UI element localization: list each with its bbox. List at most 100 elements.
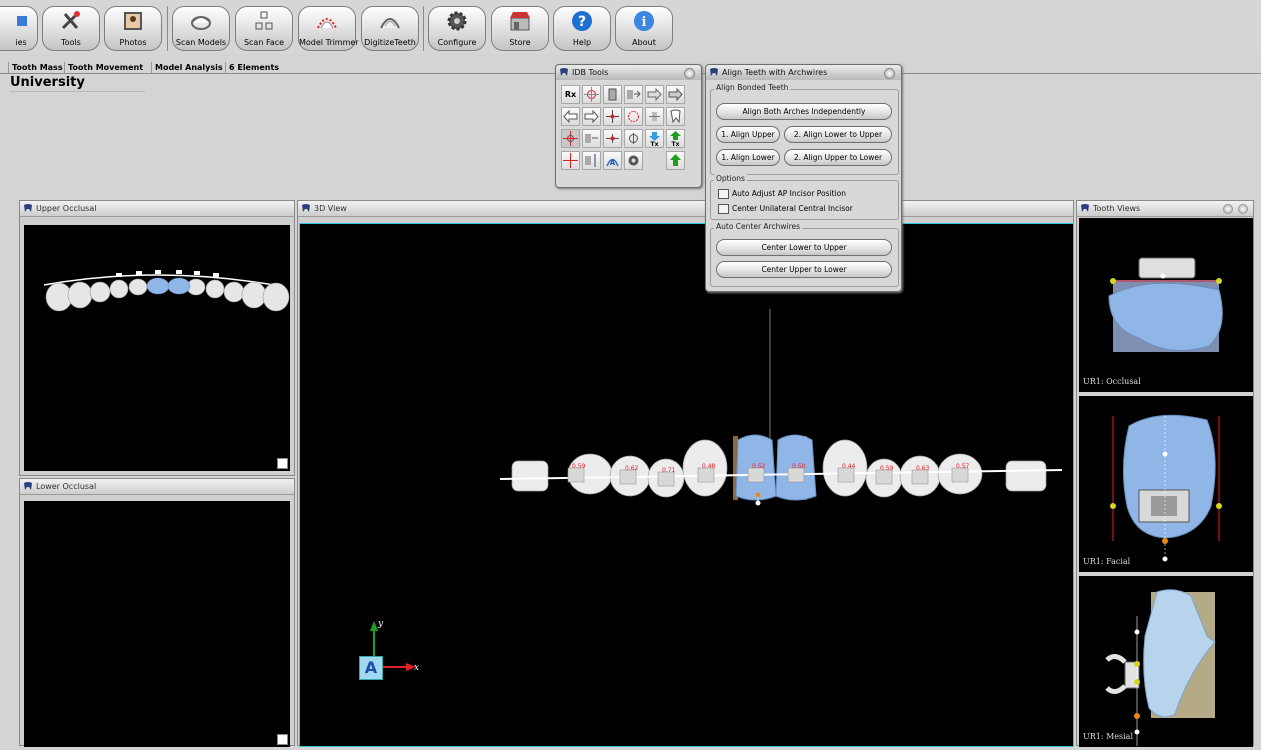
help-button-label: Help <box>572 38 592 47</box>
target-tool-button[interactable] <box>582 85 601 104</box>
arch-a-icon: A <box>606 158 619 167</box>
about-button[interactable]: i About <box>615 6 673 51</box>
crosshair-select-button[interactable] <box>561 129 580 148</box>
3d-view-title: 3D View <box>298 201 1073 217</box>
scan-models-button[interactable]: Scan Models <box>172 6 230 51</box>
lower-occlusal-title: Lower Occlusal <box>20 479 294 495</box>
toolbar-separator <box>423 6 424 51</box>
center-unilateral-checkbox[interactable] <box>718 204 729 214</box>
help-button[interactable]: ? Help <box>553 6 611 51</box>
auto-adjust-ap-label: Auto Adjust AP Incisor Position <box>732 189 847 198</box>
gear-icon <box>447 11 467 31</box>
occlusal-tooth-view[interactable]: UR1: Occlusal <box>1079 218 1253 392</box>
minimize-icon[interactable] <box>1223 204 1233 214</box>
svg-text:i: i <box>642 15 647 30</box>
photos-button[interactable]: Photos <box>104 6 162 51</box>
arrow-left-button[interactable] <box>561 107 580 126</box>
tooth-icon <box>1081 204 1089 212</box>
expand-icon[interactable] <box>277 458 288 469</box>
axis-gizmo: y x A <box>356 619 426 689</box>
tooth-tool-button[interactable] <box>666 107 685 126</box>
mesial-tooth-rendering <box>1105 589 1216 746</box>
upper-occlusal-panel: Upper Occlusal <box>19 200 295 476</box>
align-lower-to-upper-button[interactable]: 2. Align Lower to Upper <box>784 126 892 143</box>
lower-occlusal-viewport[interactable] <box>24 501 290 747</box>
bracket-tool-button[interactable] <box>603 85 622 104</box>
bracket-move-button[interactable] <box>624 85 643 104</box>
settings-button[interactable] <box>624 151 643 170</box>
toolbar-button-label: ies <box>15 38 27 47</box>
tip-tool-button[interactable] <box>624 129 643 148</box>
toolbar-button-partial[interactable]: ies <box>0 6 38 51</box>
rx-button[interactable]: Rx <box>561 85 580 104</box>
tab-tooth-mass[interactable]: Tooth Mass <box>8 62 66 73</box>
model-trimmer-icon <box>317 18 337 29</box>
tooth-icon <box>670 109 681 124</box>
3d-viewport[interactable]: 0.59 0.62 0.71 0.48 0.52 0.50 0.44 0.59 0.63 0.… <box>299 223 1074 747</box>
arch-form-button[interactable]: A <box>603 151 622 170</box>
scan-face-button[interactable]: Scan Face <box>235 6 293 51</box>
tx-down-button[interactable]: Tx <box>645 129 664 148</box>
svg-text:0.50: 0.50 <box>792 463 806 470</box>
tab-model-analysis[interactable]: Model Analysis <box>151 62 226 73</box>
align-lower-button[interactable]: 1. Align Lower <box>716 149 780 166</box>
close-icon[interactable] <box>684 68 695 79</box>
multi-crosshair-button[interactable] <box>561 151 580 170</box>
model-trimmer-button[interactable]: Model Trimmer <box>298 6 359 51</box>
upload-button[interactable] <box>666 151 685 170</box>
scan-model-icon <box>191 16 211 30</box>
close-icon[interactable] <box>884 68 895 79</box>
bracket-icon <box>608 88 617 101</box>
idb-tools-title[interactable]: IDB Tools <box>556 65 701 80</box>
arrow-right-tool-button[interactable] <box>645 85 664 104</box>
horizontal-move-button[interactable] <box>603 129 622 148</box>
align-upper-button[interactable]: 1. Align Upper <box>716 126 780 143</box>
digitize-teeth-icon <box>380 18 400 29</box>
auto-adjust-ap-checkbox[interactable] <box>718 189 729 199</box>
arrow-right-button[interactable] <box>582 107 601 126</box>
expand-icon[interactable] <box>277 734 288 745</box>
close-icon[interactable] <box>1238 204 1248 214</box>
tools-button[interactable]: Tools <box>42 6 100 51</box>
arrow-right-icon <box>647 87 662 102</box>
move-tool-button[interactable] <box>603 107 622 126</box>
svg-text:?: ? <box>578 14 586 30</box>
tools-button-label: Tools <box>61 38 81 47</box>
options-group <box>710 180 899 220</box>
svg-text:0.44: 0.44 <box>842 463 856 470</box>
tab-6-elements[interactable]: 6 Elements <box>225 62 282 73</box>
tab-tooth-movement[interactable]: Tooth Movement <box>64 62 146 73</box>
center-upper-to-lower-button[interactable]: Center Upper to Lower <box>716 261 892 278</box>
bracket-place-button[interactable] <box>582 129 601 148</box>
bracket-vertical-button[interactable] <box>582 151 601 170</box>
tx-up-button[interactable]: Tx <box>666 129 685 148</box>
svg-text:Tx: Tx <box>672 141 680 146</box>
lower-occlusal-panel: Lower Occlusal <box>19 478 295 747</box>
upper-occlusal-title: Upper Occlusal <box>20 201 294 217</box>
torque-tool-button[interactable] <box>645 107 664 126</box>
configure-button[interactable]: Configure <box>428 6 486 51</box>
store-button[interactable]: Store <box>491 6 549 51</box>
digitize-teeth-button[interactable]: DigitizeTeeth <box>361 6 419 51</box>
y-axis-label: y <box>378 619 384 629</box>
rotate-tool-button[interactable] <box>624 107 643 126</box>
arrow-right-alt-tool-button[interactable] <box>666 85 685 104</box>
occlusal-view-label: UR1: Occlusal <box>1083 377 1141 386</box>
align-both-arches-button[interactable]: Align Both Arches Independently <box>716 103 892 120</box>
align-teeth-title[interactable]: Align Teeth with Archwires <box>706 65 901 80</box>
center-lower-to-upper-button[interactable]: Center Lower to Upper <box>716 239 892 256</box>
title-underline <box>10 91 145 92</box>
digitize-teeth-button-label: DigitizeTeeth <box>364 38 416 47</box>
upper-occlusal-viewport[interactable] <box>24 225 290 471</box>
blue-cube-icon <box>17 16 28 26</box>
facial-tooth-view[interactable]: UR1: Facial <box>1079 396 1253 572</box>
align-upper-to-lower-button[interactable]: 2. Align Upper to Lower <box>784 149 892 166</box>
scan-face-icon <box>255 11 273 30</box>
scan-face-button-label: Scan Face <box>243 38 285 47</box>
x-axis-label: x <box>414 663 420 673</box>
rotate-icon <box>628 111 639 122</box>
orientation-cube[interactable]: A <box>359 656 383 680</box>
facial-view-label: UR1: Facial <box>1083 557 1131 566</box>
mesial-tooth-view[interactable]: UR1: Mesial <box>1079 576 1253 747</box>
tooth-icon <box>710 68 718 76</box>
